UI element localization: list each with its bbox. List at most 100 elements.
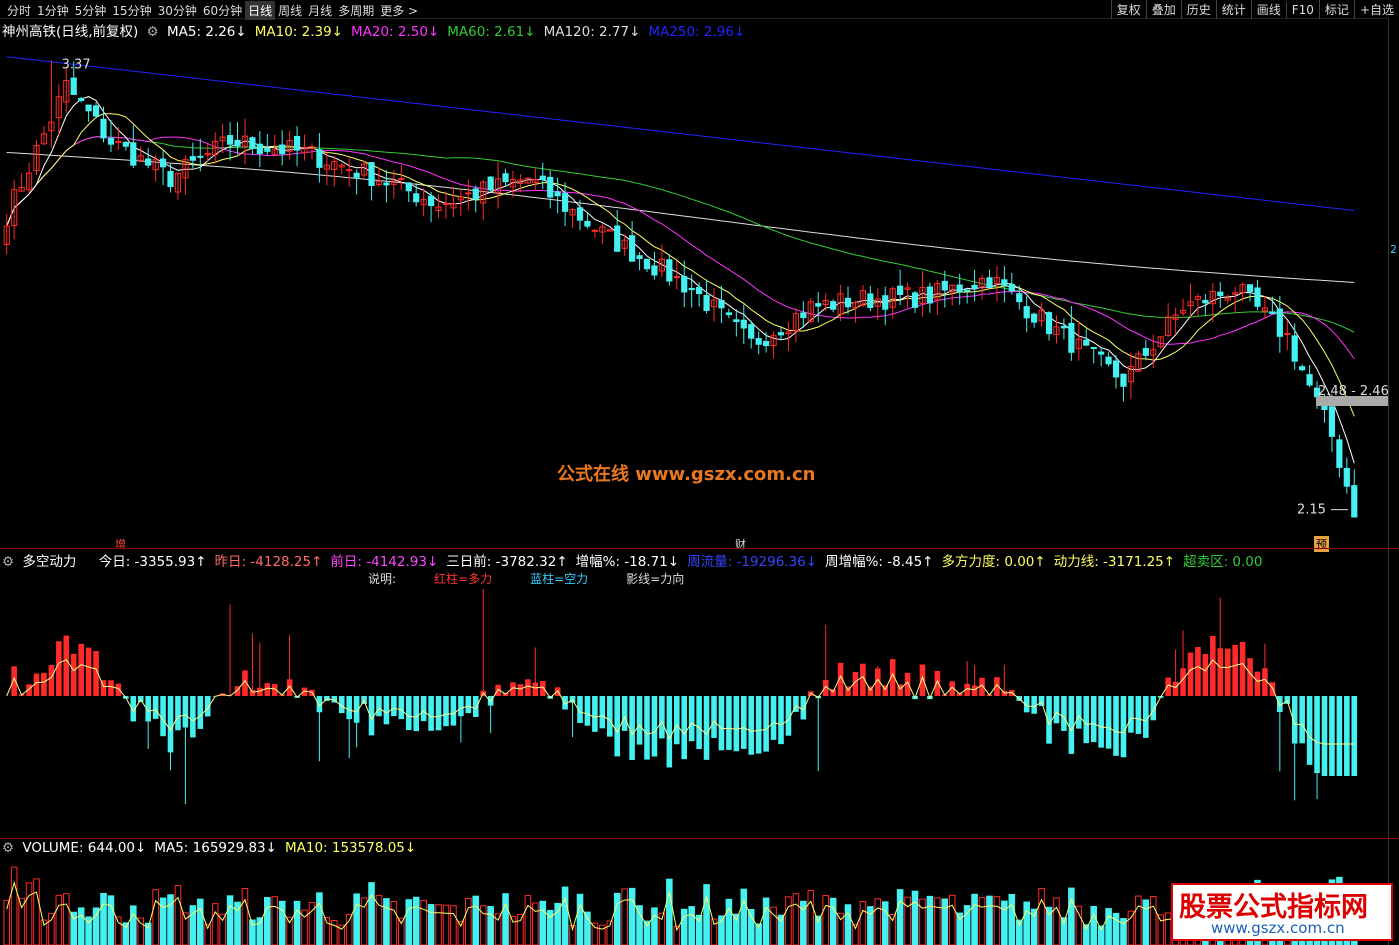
power-bar: [919, 664, 926, 696]
indicator-chart[interactable]: [0, 588, 1389, 838]
button-画线[interactable]: 画线: [1250, 0, 1286, 19]
candle-body: [688, 287, 695, 291]
tab-1分钟[interactable]: 1分钟: [34, 1, 72, 20]
candle-body: [197, 155, 204, 158]
candle-body: [1202, 299, 1209, 304]
ma-value-5: MA250: 2.96↓: [648, 24, 746, 40]
volume-bar: [412, 896, 420, 945]
tab-15分钟[interactable]: 15分钟: [109, 1, 154, 20]
tab-分时[interactable]: 分时: [4, 1, 34, 20]
volume-bar: [152, 889, 159, 945]
candle-body: [971, 284, 978, 290]
indicator-value-5: 周流量: -19296.36↓: [687, 554, 818, 570]
volume-bar: [747, 908, 755, 945]
candle-body: [1351, 485, 1358, 518]
ma-value-3: MA60: 2.61↓: [447, 24, 536, 40]
power-bar: [152, 696, 159, 719]
power-bar: [1038, 696, 1045, 706]
candle-body: [1090, 346, 1097, 349]
power-bar: [472, 696, 479, 718]
pane-divider[interactable]: [0, 548, 1399, 549]
volume-bar: [584, 911, 591, 945]
indicator-value-2: 前日: -4142.93↓: [330, 554, 439, 570]
volume-bar: [807, 889, 815, 945]
button-历史[interactable]: 历史: [1180, 0, 1216, 19]
power-bar: [1284, 696, 1291, 704]
high-price-label: 3.37: [62, 57, 91, 72]
volume-bar: [978, 897, 986, 945]
volume-bar: [226, 895, 234, 945]
button-统计[interactable]: 统计: [1215, 0, 1251, 19]
candle-body: [673, 276, 680, 279]
tab-日线[interactable]: 日线: [245, 1, 276, 20]
power-bar: [405, 696, 412, 731]
tab-60分钟[interactable]: 60分钟: [200, 1, 245, 20]
volume-bar: [941, 898, 949, 945]
power-bar: [629, 696, 635, 760]
tab-更多 >[interactable]: 更多 >: [377, 1, 421, 20]
button-标记[interactable]: 标记: [1318, 0, 1354, 19]
volume-bar: [3, 899, 11, 945]
volume-bar: [651, 907, 658, 945]
button-+自选[interactable]: +自选: [1353, 0, 1399, 19]
ma-value-1: MA10: 2.39↓: [254, 24, 343, 40]
site-watermark-badge: 股票公式指标网 www.gszx.com.cn: [1171, 883, 1393, 941]
candle-body: [346, 169, 353, 172]
tab-5分钟[interactable]: 5分钟: [72, 1, 110, 20]
button-F10[interactable]: F10: [1285, 2, 1319, 18]
power-histogram[interactable]: [0, 588, 1389, 838]
volume-bar: [844, 904, 852, 945]
power-bar: [606, 696, 613, 737]
volume-bar: [398, 917, 405, 945]
power-bar: [1120, 696, 1127, 758]
volume-bar: [211, 903, 219, 945]
volume-bar: [137, 917, 145, 945]
volume-bar: [896, 889, 904, 945]
candle-body: [1060, 325, 1068, 329]
candle-body: [1098, 351, 1105, 355]
volume-bar: [264, 897, 271, 945]
button-复权[interactable]: 复权: [1110, 0, 1146, 19]
power-bar: [1232, 645, 1238, 696]
volume-bar: [174, 885, 182, 945]
candle-body: [964, 289, 971, 292]
candle-body: [502, 173, 509, 183]
candle-body: [844, 297, 852, 308]
power-bar: [115, 683, 122, 696]
volume-bar: [561, 886, 569, 945]
volume-bar: [435, 904, 442, 945]
volume-bar: [725, 898, 733, 945]
pane-divider[interactable]: [0, 838, 1399, 839]
power-bar: [383, 696, 390, 725]
settings-icon[interactable]: ⚙: [2, 840, 14, 856]
power-bar: [1344, 696, 1350, 776]
tab-周线[interactable]: 周线: [275, 1, 305, 20]
power-bar: [726, 696, 732, 750]
power-bar: [190, 696, 196, 738]
volume-bar: [286, 916, 293, 945]
volume-bar: [271, 896, 279, 945]
power-bar: [711, 696, 717, 738]
settings-icon[interactable]: ⚙: [147, 24, 159, 40]
volume-bar: [926, 895, 934, 945]
candle-body: [264, 147, 271, 152]
candle-body: [926, 286, 934, 304]
power-bar: [1247, 658, 1253, 696]
volume-bar: [703, 884, 710, 945]
power-bar: [636, 696, 643, 745]
candle-body: [405, 182, 412, 192]
settings-icon[interactable]: ⚙: [2, 554, 14, 570]
button-叠加[interactable]: 叠加: [1145, 0, 1181, 19]
candle-body: [547, 176, 554, 198]
volume-bar: [77, 907, 85, 945]
ma-line-0: [6, 56, 1355, 211]
ma-value-0: MA5: 2.26↓: [167, 24, 247, 40]
tab-30分钟[interactable]: 30分钟: [155, 1, 200, 20]
marker-yu[interactable]: 预: [1314, 536, 1329, 552]
volume-bar: [762, 897, 770, 945]
volume-bar: [427, 904, 435, 945]
candle-body: [1031, 313, 1038, 323]
candle-body: [539, 175, 546, 181]
tab-月线[interactable]: 月线: [305, 1, 335, 20]
tab-多周期[interactable]: 多周期: [335, 1, 377, 20]
